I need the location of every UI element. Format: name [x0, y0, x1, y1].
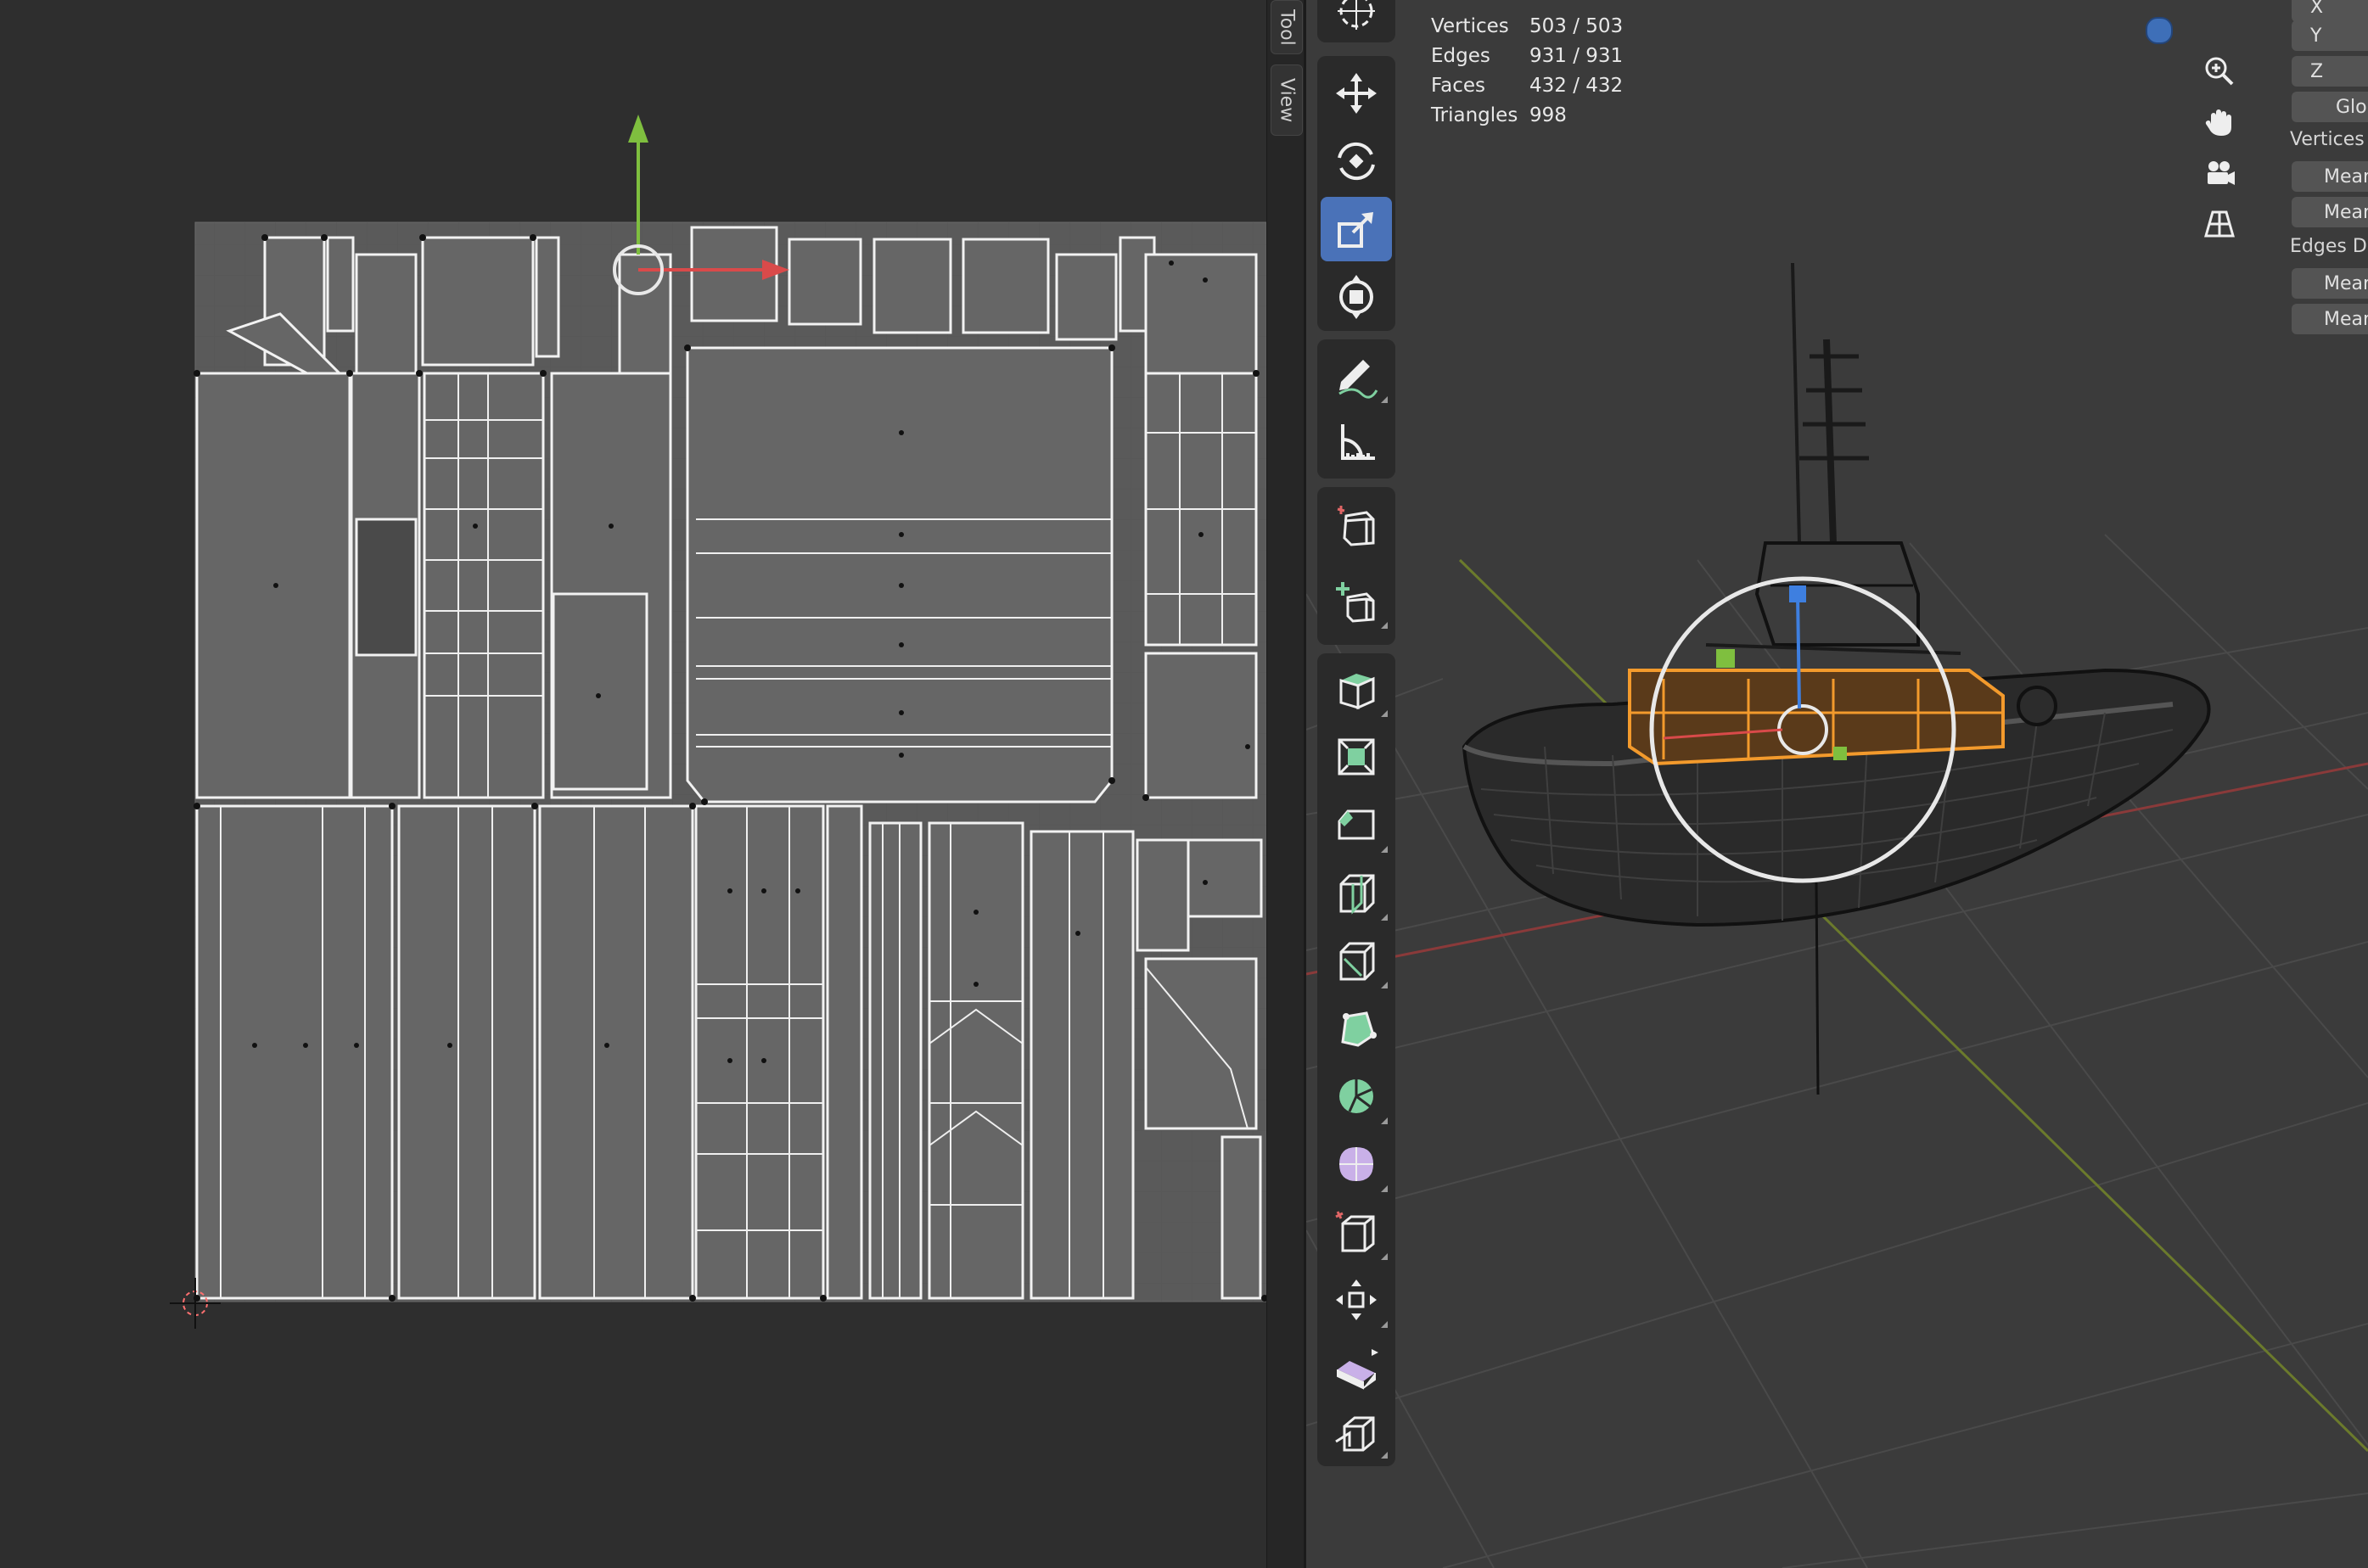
tab-view[interactable]: View [1271, 64, 1303, 136]
vertex-mean-label: Mean [2324, 165, 2368, 188]
rotate-tool-icon [1338, 142, 1375, 181]
stats-row-vertices: Vertices 503 / 503 [1431, 12, 1623, 42]
stats-value: 503 / 503 [1529, 15, 1624, 37]
edge-slide-tool[interactable] [1321, 1200, 1392, 1264]
camera-view-icon[interactable] [2197, 151, 2242, 195]
tab-tool[interactable]: Tool [1271, 0, 1303, 54]
vertex-mean-label: Mean [2324, 201, 2368, 223]
smooth-tool-icon [1339, 1147, 1373, 1181]
tab-tool-label: Tool [1276, 8, 1298, 46]
transform-tool-icon [1339, 275, 1373, 319]
inset-faces-tool-icon [1338, 738, 1375, 776]
stats-label: Faces [1431, 75, 1485, 97]
edge-mean-label: Mean [2324, 308, 2368, 330]
stats-row-faces: Faces 432 / 432 [1431, 71, 1623, 101]
move-tool-icon [1336, 73, 1377, 114]
vertices-data-label: Vertices [2290, 129, 2365, 150]
tool-group-transform [1317, 56, 1395, 331]
smooth-tool[interactable] [1321, 1132, 1392, 1196]
spin-tool[interactable] [1321, 1064, 1392, 1128]
edges-data-label: Edges Da [2290, 236, 2368, 257]
uv-sidebar-tabs: Tool View [1266, 0, 1305, 1568]
add-cube-tool-icon [1337, 506, 1375, 546]
bevel-tool-icon [1338, 809, 1375, 840]
poly-build-tool-icon [1341, 1011, 1377, 1047]
measure-tool[interactable] [1321, 411, 1392, 475]
shrink-fatten-tool[interactable] [1321, 1268, 1392, 1332]
properties-sidebar: X Y Z Glob Vertices Mean Mean Edges Da M… [2283, 0, 2368, 356]
uv-islands[interactable] [195, 226, 1263, 1300]
tool-group-cursor [1317, 0, 1395, 42]
extrude-region-tool[interactable] [1321, 657, 1392, 721]
tool-group-mesh-edit [1317, 653, 1395, 1466]
stats-label: Vertices [1431, 15, 1509, 37]
orientation-dropdown[interactable]: Glob [2292, 92, 2368, 122]
stats-value: 998 [1529, 104, 1567, 126]
scale-tool-icon [1338, 212, 1373, 248]
tab-view-label: View [1276, 77, 1298, 123]
stats-value: 432 / 432 [1529, 75, 1624, 97]
axis-y-label: Y [2310, 25, 2322, 47]
bevel-tool[interactable] [1321, 792, 1392, 857]
stats-row-edges: Edges 931 / 931 [1431, 42, 1623, 71]
stats-label: Triangles [1431, 104, 1518, 126]
stats-value: 931 / 931 [1529, 45, 1624, 67]
uv-editor[interactable] [0, 0, 1266, 1568]
loop-cut-tool-icon [1339, 874, 1375, 915]
vertex-mean-field[interactable]: Mean [2292, 161, 2368, 192]
axis-x-label: X [2310, 0, 2324, 18]
rip-region-tool[interactable] [1321, 1400, 1392, 1463]
cursor-tool-icon [1338, 0, 1375, 30]
axis-z-label: Z [2310, 60, 2324, 82]
pan-hand-icon[interactable] [2197, 100, 2242, 144]
annotate-tool[interactable] [1321, 343, 1392, 407]
axis-z-field[interactable]: Z [2292, 56, 2368, 87]
shear-tool-icon [1337, 1349, 1378, 1390]
add-cube-tool-2[interactable] [1321, 568, 1392, 633]
edge-mean-field[interactable]: Mean [2292, 268, 2368, 299]
poly-build-tool[interactable] [1321, 996, 1392, 1061]
3d-viewport[interactable]: Vertices 503 / 503 Edges 931 / 931 Faces 43… [1306, 0, 2368, 1568]
uv-canvas[interactable] [0, 0, 1266, 1568]
navigation-axis-z-icon[interactable] [2146, 17, 2173, 44]
rip-region-tool-icon [1335, 1416, 1375, 1452]
shrink-fatten-tool-icon [1336, 1280, 1377, 1320]
shear-tool[interactable] [1321, 1336, 1392, 1400]
extrude-region-tool-icon [1339, 674, 1375, 710]
axis-y-field[interactable]: Y [2292, 20, 2368, 51]
inset-faces-tool[interactable] [1321, 725, 1392, 789]
stats-row-triangles: Triangles 998 [1431, 101, 1623, 131]
add-cube-tool[interactable] [1321, 492, 1392, 557]
add-cube-tool-icon [1336, 582, 1375, 623]
perspective-grid-icon[interactable] [2197, 202, 2242, 246]
rotate-tool[interactable] [1321, 129, 1392, 193]
measure-tool-icon [1341, 424, 1375, 460]
move-tool[interactable] [1321, 61, 1392, 126]
loop-cut-tool[interactable] [1321, 860, 1392, 925]
transform-tool[interactable] [1321, 265, 1392, 329]
tool-group-add [1317, 487, 1395, 645]
statistics-overlay: Vertices 503 / 503 Edges 931 / 931 Faces 43… [1431, 12, 1623, 131]
annotate-tool-icon [1338, 360, 1378, 399]
edge-mean-label: Mean [2324, 272, 2368, 294]
edge-slide-tool-icon [1335, 1211, 1375, 1252]
stats-label: Edges [1431, 45, 1490, 67]
tugboat-model[interactable] [1462, 262, 2211, 1095]
axis-x-field[interactable]: X [2292, 0, 2368, 22]
knife-tool[interactable] [1321, 928, 1392, 993]
knife-tool-icon [1339, 942, 1375, 981]
scale-tool[interactable] [1321, 197, 1392, 261]
vertex-mean-field-2[interactable]: Mean [2292, 197, 2368, 227]
edge-mean-field-2[interactable]: Mean [2292, 304, 2368, 334]
orientation-label: Glob [2336, 96, 2368, 118]
cursor-tool[interactable] [1321, 0, 1392, 39]
spin-tool-icon [1339, 1079, 1373, 1113]
zoom-icon[interactable] [2197, 49, 2242, 93]
tool-group-annotate [1317, 339, 1395, 479]
